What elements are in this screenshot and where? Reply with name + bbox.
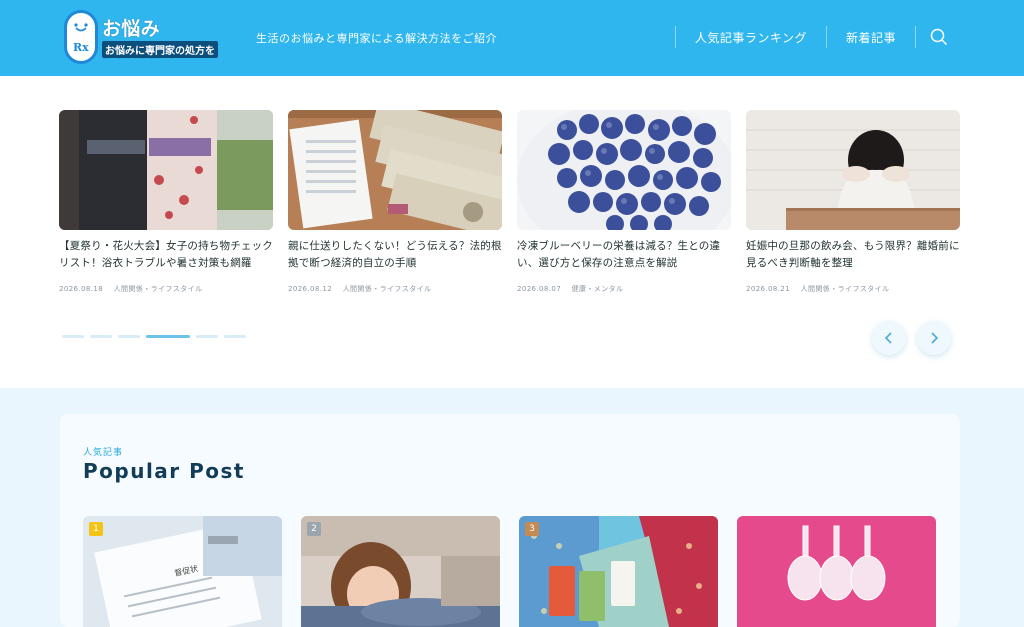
article-card[interactable]: 妊娠中の旦那の飲み会、もう限界？離婚前に見るべき判断軸を整理 2026.08.2… [746, 110, 960, 294]
article-card[interactable]: 親に仕送りしたくない！どう伝える？法的根拠で断つ経済的自立の手順 2026.08… [288, 110, 502, 294]
rank-badge: 2 [307, 522, 321, 536]
blueberry-image [517, 110, 731, 230]
slider-prev-button[interactable] [872, 321, 906, 355]
search-icon [930, 28, 948, 46]
slider-next-button[interactable] [917, 321, 951, 355]
logo-subtitle: お悩みに専門家の処方を [102, 41, 218, 58]
article-thumbnail-worried-woman[interactable] [746, 110, 960, 230]
article-category[interactable]: 健康・メンタル [572, 285, 624, 293]
article-category[interactable]: 人間関係・ライフスタイル [343, 285, 432, 293]
tired-woman-image [301, 516, 500, 627]
article-date: 2026.08.12 [288, 285, 333, 293]
article-meta: 2026.08.18 人間関係・ライフスタイル [59, 284, 273, 294]
money-image [288, 110, 502, 230]
rank-badge: 1 [89, 522, 103, 536]
pagination-dot-active[interactable] [146, 335, 190, 338]
pagination-dot[interactable] [90, 335, 112, 338]
chevron-right-icon [931, 332, 939, 344]
site-tagline: 生活のお悩みと専門家による解決方法をご紹介 [256, 32, 498, 45]
slider-pagination [62, 335, 246, 338]
article-date: 2026.08.21 [746, 285, 791, 293]
article-meta: 2026.08.12 人間関係・ライフスタイル [288, 284, 502, 294]
nav-item-new-posts[interactable]: 新着記事 [827, 29, 915, 46]
featured-slider: 【夏祭り・花火大会】女子の持ち物チェックリスト！浴衣トラブルや暑さ対策も網羅 2… [0, 76, 1024, 388]
article-title[interactable]: 冷凍ブルーベリーの栄養は減る？生との違い、選び方と保存の注意点を解説 [517, 238, 731, 272]
chevron-left-icon [884, 332, 892, 344]
article-meta: 2026.08.21 人間関係・ライフスタイル [746, 284, 960, 294]
article-thumbnail-money[interactable] [288, 110, 502, 230]
article-category[interactable]: 人間関係・ライフスタイル [801, 285, 890, 293]
popular-card[interactable]: 2 [301, 516, 500, 627]
article-card[interactable]: 【夏祭り・花火大会】女子の持ち物チェックリスト！浴衣トラブルや暑さ対策も網羅 2… [59, 110, 273, 294]
search-button[interactable] [916, 28, 962, 46]
article-thumbnail-blueberries[interactable] [517, 110, 731, 230]
document-image: 督促状 [83, 516, 282, 627]
site-header: Rx お悩みProfile お悩みに専門家の処方を 生活のお悩みと専門家による解… [0, 0, 1024, 76]
omamori-image [519, 516, 718, 627]
pagination-dot[interactable] [118, 335, 140, 338]
article-title[interactable]: 親に仕送りしたくない！どう伝える？法的根拠で断つ経済的自立の手順 [288, 238, 502, 272]
nav-item-ranking[interactable]: 人気記事ランキング [676, 29, 826, 46]
global-nav: 人気記事ランキング 新着記事 [674, 22, 962, 52]
article-date: 2026.08.07 [517, 285, 562, 293]
popular-card[interactable] [737, 516, 936, 627]
article-card[interactable]: 冷凍ブルーベリーの栄養は減る？生との違い、選び方と保存の注意点を解説 2026.… [517, 110, 731, 294]
article-title[interactable]: 妊娠中の旦那の飲み会、もう限界？離婚前に見るべき判断軸を整理 [746, 238, 960, 272]
pagination-dot[interactable] [224, 335, 246, 338]
rx-mark: Rx [73, 41, 89, 54]
popular-card[interactable]: 督促状 1 [83, 516, 282, 627]
article-category[interactable]: 人間関係・ライフスタイル [114, 285, 203, 293]
pagination-dot[interactable] [196, 335, 218, 338]
smile-icon [74, 23, 88, 32]
syringe-image [737, 516, 936, 627]
article-date: 2026.08.18 [59, 285, 104, 293]
article-thumbnail-yukata[interactable] [59, 110, 273, 230]
popular-label: 人気記事 [83, 448, 124, 458]
article-meta: 2026.08.07 健康・メンタル [517, 284, 731, 294]
pagination-dot[interactable] [62, 335, 84, 338]
site-logo[interactable]: Rx お悩みProfile お悩みに専門家の処方を [62, 8, 232, 66]
worried-woman-image [746, 110, 960, 230]
popular-card[interactable]: 3 [519, 516, 718, 627]
popular-heading: Popular Post [83, 459, 245, 483]
article-title[interactable]: 【夏祭り・花火大会】女子の持ち物チェックリスト！浴衣トラブルや暑さ対策も網羅 [59, 238, 273, 272]
pill-logo-icon: Rx [64, 10, 98, 64]
rank-badge: 3 [525, 522, 539, 536]
yukata-image [59, 110, 273, 230]
